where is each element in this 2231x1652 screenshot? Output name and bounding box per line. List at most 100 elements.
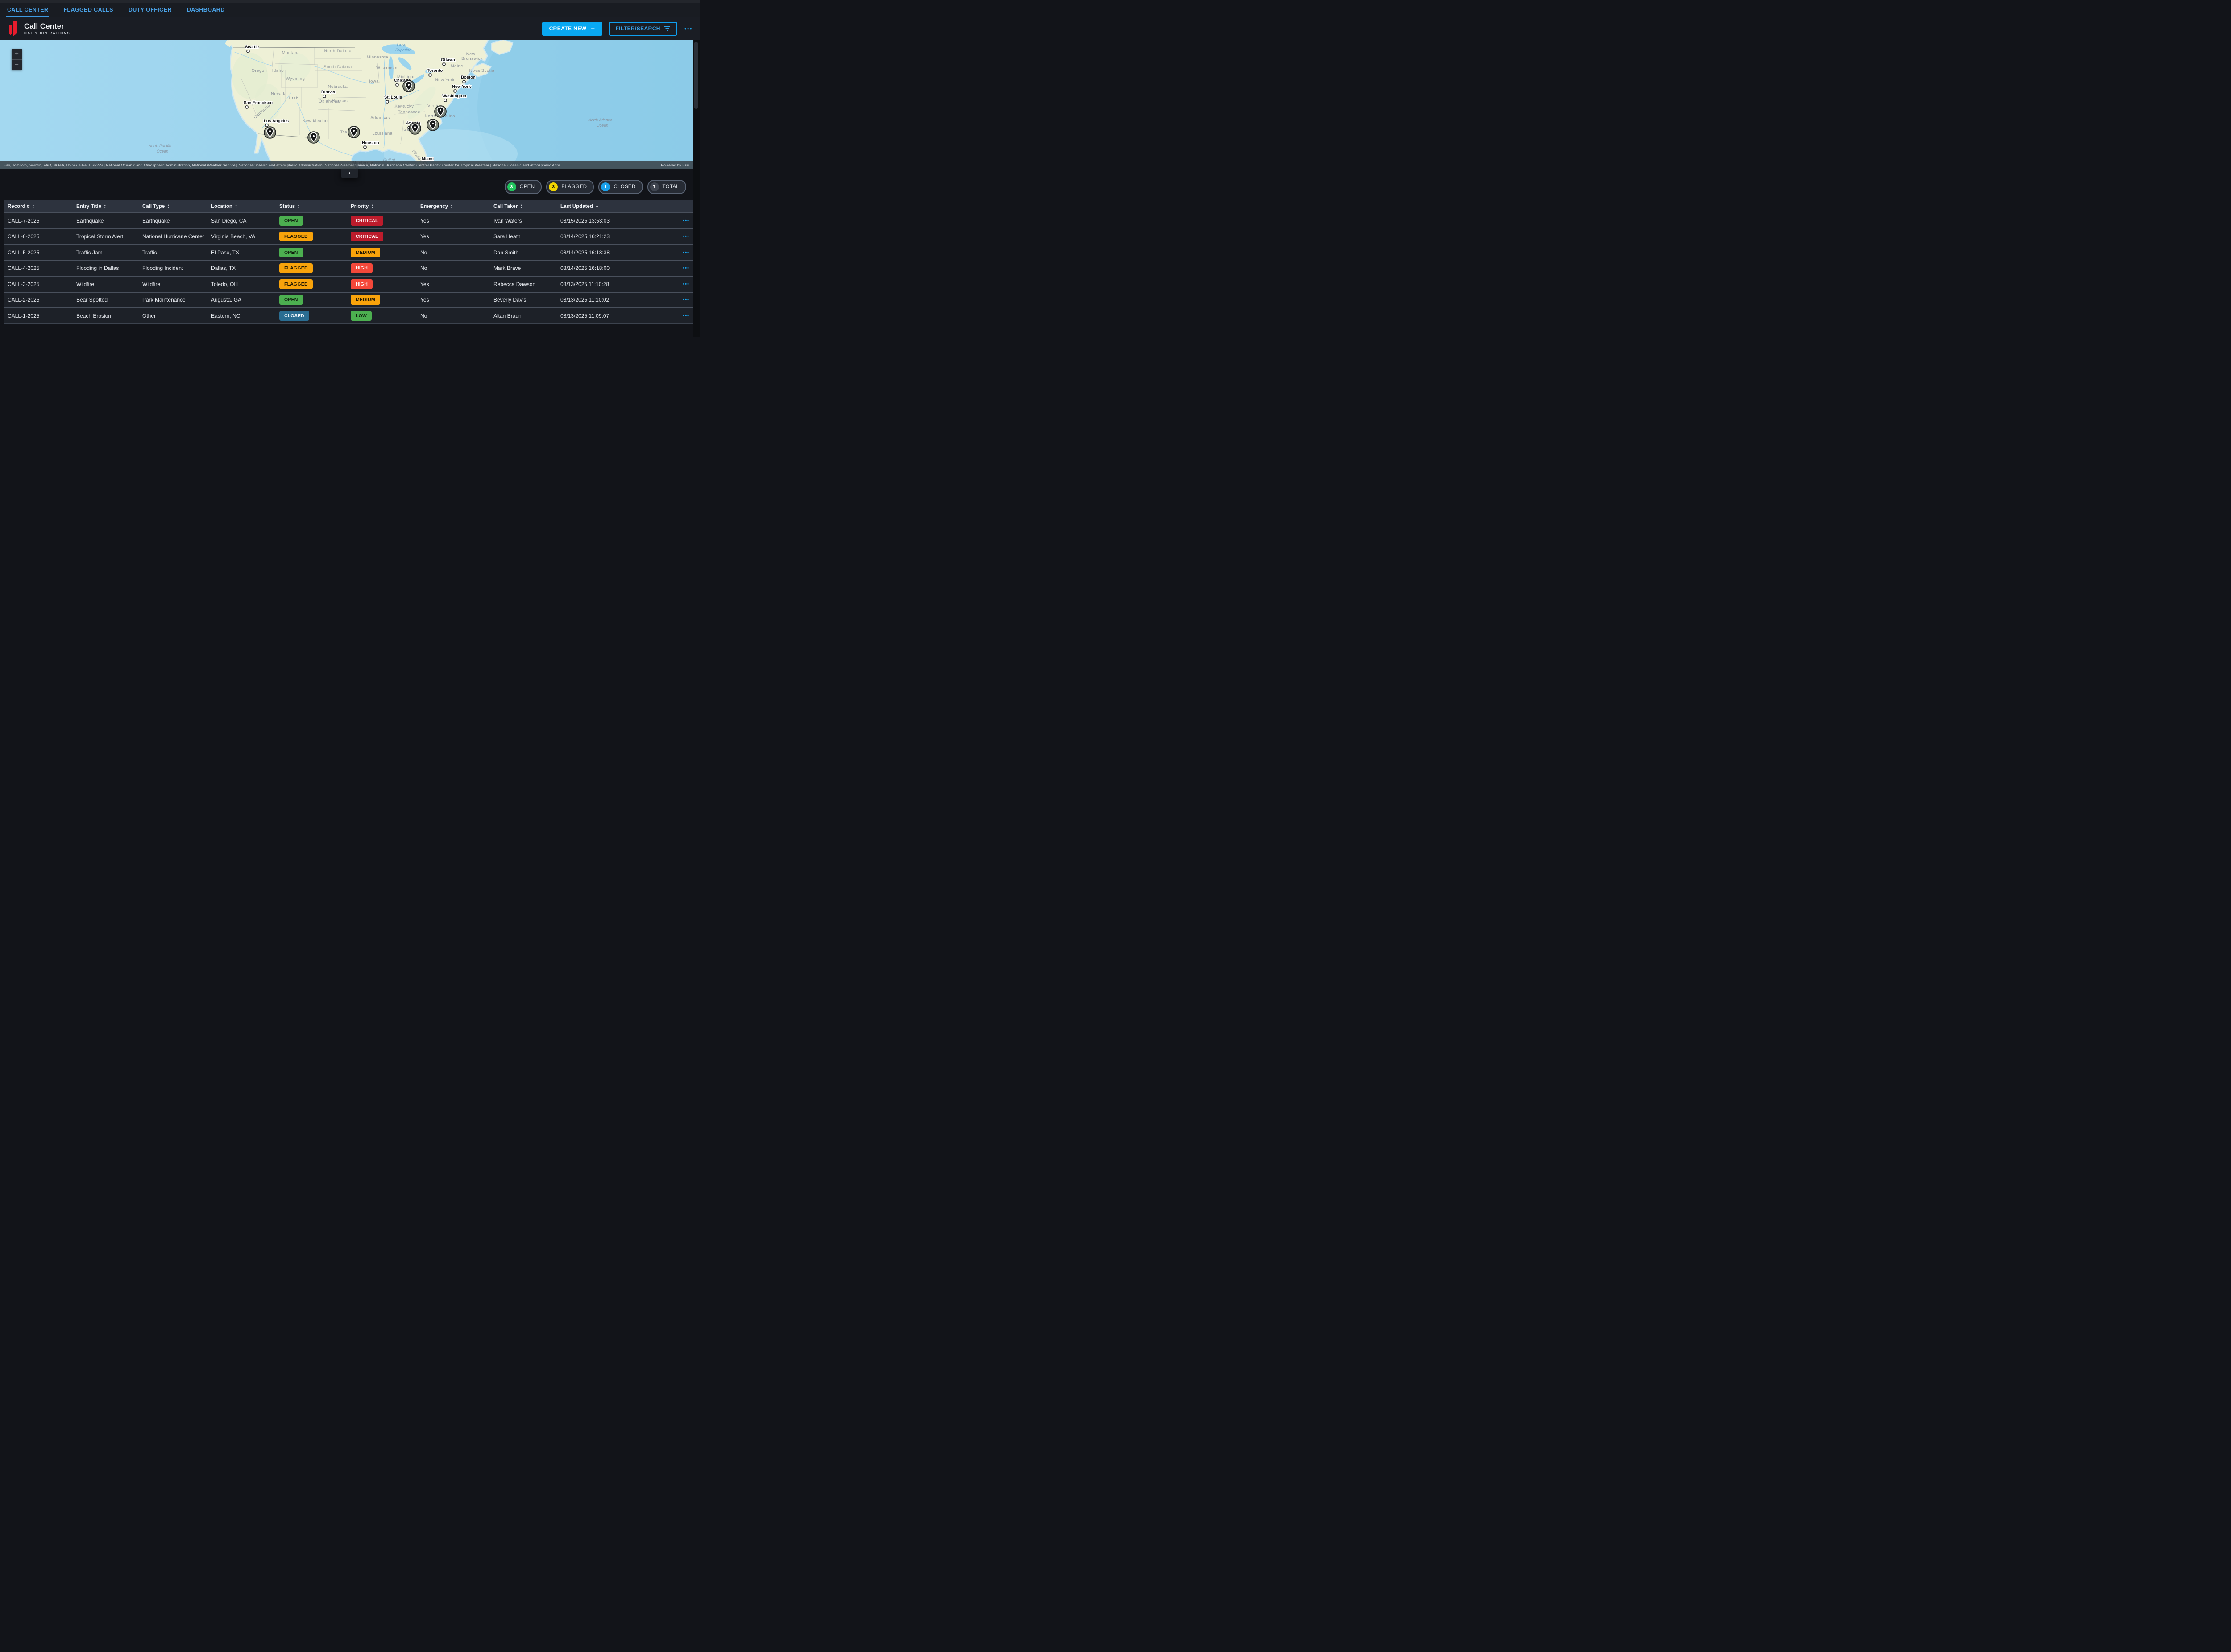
table-row-call-7-2025[interactable]: CALL-7-2025EarthquakeEarthquakeSan Diego… xyxy=(4,212,696,228)
create-new-button[interactable]: CREATE NEW + xyxy=(542,22,602,36)
incident-pin-3[interactable] xyxy=(427,119,439,131)
call-taker-cell: Dan Smith xyxy=(490,249,557,256)
sort-icon: ▲▼ xyxy=(371,204,373,209)
zoom-in-button[interactable]: + xyxy=(12,49,22,60)
table-row-call-6-2025[interactable]: CALL-6-2025Tropical Storm AlertNational … xyxy=(4,228,696,244)
column-header-priority[interactable]: Priority▲▼ xyxy=(347,204,417,209)
incident-pin-6[interactable] xyxy=(308,132,319,143)
city-dot xyxy=(386,100,389,103)
plus-icon: + xyxy=(591,25,595,33)
collapse-map-button[interactable]: ▲ xyxy=(341,169,358,178)
zoom-out-button[interactable]: − xyxy=(12,60,22,70)
sort-icon: ▲▼ xyxy=(32,204,34,209)
row-actions-menu[interactable]: ••• xyxy=(653,234,696,239)
city-label: Washington xyxy=(442,94,466,99)
location-cell: Toledo, OH xyxy=(207,281,276,287)
row-actions-menu[interactable]: ••• xyxy=(653,218,696,224)
record-cell: CALL-7-2025 xyxy=(4,218,73,224)
summary-count: 1 xyxy=(601,182,610,191)
city-dot xyxy=(454,90,456,92)
tab-dashboard[interactable]: DASHBOARD xyxy=(186,4,226,17)
incident-pin-7[interactable] xyxy=(264,127,276,138)
tab-duty-officer[interactable]: DUTY OFFICER xyxy=(128,4,173,17)
filter-search-button[interactable]: FILTER/SEARCH xyxy=(609,22,677,36)
emergency-cell: Yes xyxy=(417,281,490,287)
column-header-status[interactable]: Status▲▼ xyxy=(276,204,347,209)
column-header-emergency[interactable]: Emergency▲▼ xyxy=(417,204,490,209)
table-row-call-2-2025[interactable]: CALL-2-2025Bear SpottedPark MaintenanceA… xyxy=(4,292,696,308)
status-cell: CLOSED xyxy=(276,311,347,321)
table-header-row: Record #▲▼Entry Title▲▼Call Type▲▼Locati… xyxy=(4,200,696,212)
call-type-cell: Earthquake xyxy=(139,218,207,224)
header-more-menu[interactable]: ••• xyxy=(684,25,693,32)
water-label: Ocean xyxy=(157,149,169,153)
incident-pin-5[interactable] xyxy=(348,126,360,138)
state-label: Iowa xyxy=(369,79,379,83)
state-label: Nevada xyxy=(271,91,287,96)
state-label: Oklahoma xyxy=(319,99,340,104)
city-dot xyxy=(396,83,398,86)
column-header-location[interactable]: Location▲▼ xyxy=(207,204,276,209)
scrollbar-track[interactable] xyxy=(693,40,700,337)
tab-flagged-calls[interactable]: FLAGGED CALLS xyxy=(62,4,114,17)
incident-pin-2[interactable] xyxy=(435,106,446,117)
column-label: Call Type xyxy=(142,204,165,209)
row-actions-menu[interactable]: ••• xyxy=(653,282,696,287)
filter-icon xyxy=(664,26,670,31)
priority-badge: LOW xyxy=(351,311,372,321)
column-header-call-taker[interactable]: Call Taker▲▼ xyxy=(490,204,557,209)
column-header-entry-title[interactable]: Entry Title▲▼ xyxy=(73,204,139,209)
column-header-last-updated[interactable]: Last Updated▼ xyxy=(557,204,653,209)
priority-badge: MEDIUM xyxy=(351,248,380,257)
last-updated-cell: 08/13/2025 11:09:07 xyxy=(557,313,653,319)
record-cell: CALL-4-2025 xyxy=(4,265,73,271)
row-actions-menu[interactable]: ••• xyxy=(653,297,696,302)
location-cell: Eastern, NC xyxy=(207,313,276,319)
city-dot xyxy=(429,74,431,76)
summary-pill-closed[interactable]: 1CLOSED xyxy=(598,180,643,194)
row-actions-menu[interactable]: ••• xyxy=(653,313,696,319)
city-dot xyxy=(323,95,326,98)
status-cell: FLAGGED xyxy=(276,279,347,289)
tab-call-center[interactable]: CALL CENTER xyxy=(6,4,49,17)
window-top-strip xyxy=(0,0,700,3)
priority-badge: CRITICAL xyxy=(351,232,383,241)
incident-pin-4[interactable] xyxy=(409,123,421,134)
pin-hole xyxy=(432,123,434,124)
status-badge: OPEN xyxy=(279,248,303,257)
table-row-call-3-2025[interactable]: CALL-3-2025WildfireWildfireToledo, OHFLA… xyxy=(4,276,696,292)
summary-label: FLAGGED xyxy=(561,184,587,190)
call-type-cell: National Hurricane Center xyxy=(139,233,207,240)
priority-cell: CRITICAL xyxy=(347,216,417,226)
summary-pill-total[interactable]: 7TOTAL xyxy=(647,180,687,194)
shield-logo-icon xyxy=(7,21,19,37)
priority-badge: HIGH xyxy=(351,263,373,273)
row-actions-menu[interactable]: ••• xyxy=(653,265,696,271)
summary-pill-open[interactable]: 3OPEN xyxy=(505,180,542,194)
summary-pill-flagged[interactable]: 3FLAGGED xyxy=(546,180,594,194)
city-label: Ottawa xyxy=(441,58,455,62)
pin-hole xyxy=(440,109,441,111)
table-row-call-5-2025[interactable]: CALL-5-2025Traffic JamTrafficEl Paso, TX… xyxy=(4,244,696,260)
incident-map[interactable]: MontanaNorth DakotaSouth DakotaMinnesota… xyxy=(0,40,693,169)
status-cell: OPEN xyxy=(276,295,347,305)
scrollbar-thumb[interactable] xyxy=(694,42,698,109)
last-updated-cell: 08/14/2025 16:18:38 xyxy=(557,249,653,256)
incident-pin-1[interactable] xyxy=(403,80,415,92)
emergency-cell: Yes xyxy=(417,218,490,224)
attribution-sources: Esri, TomTom, Garmin, FAO, NOAA, USGS, E… xyxy=(4,163,656,167)
table-row-call-1-2025[interactable]: CALL-1-2025Beach ErosionOtherEastern, NC… xyxy=(4,307,696,323)
column-header-record-[interactable]: Record #▲▼ xyxy=(4,204,73,209)
status-badge: FLAGGED xyxy=(279,232,313,241)
column-header-call-type[interactable]: Call Type▲▼ xyxy=(139,204,207,209)
map-zoom-control: + − xyxy=(12,49,22,70)
entry-title-cell: Traffic Jam xyxy=(73,249,139,256)
row-actions-menu[interactable]: ••• xyxy=(653,250,696,255)
table-row-call-4-2025[interactable]: CALL-4-2025Flooding in DallasFlooding In… xyxy=(4,260,696,276)
pin-hole xyxy=(313,135,315,137)
call-type-cell: Traffic xyxy=(139,249,207,256)
status-badge: CLOSED xyxy=(279,311,309,321)
location-cell: San Diego, CA xyxy=(207,218,276,224)
call-taker-cell: Beverly Davis xyxy=(490,297,557,303)
app-header: Call Center DAILY OPERATIONS CREATE NEW … xyxy=(0,17,700,40)
